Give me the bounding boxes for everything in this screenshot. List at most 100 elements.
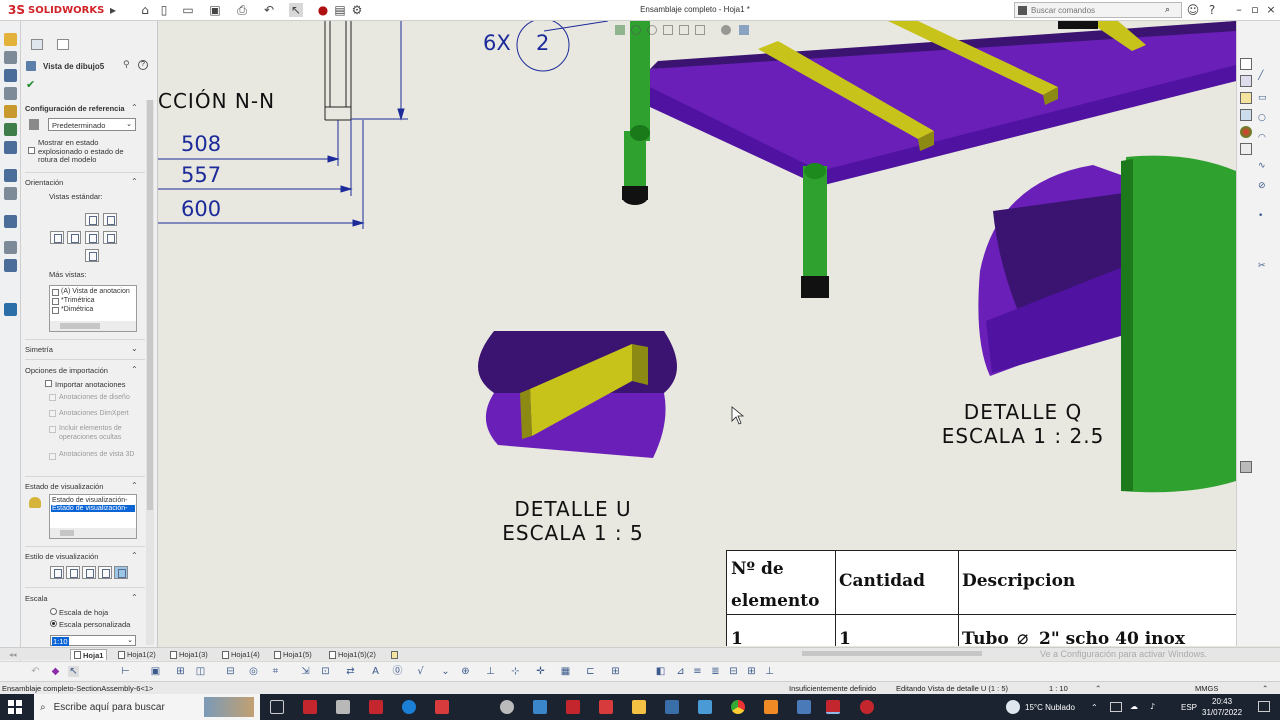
tab-hoja1-5-2[interactable]: Hoja1(5)(2) <box>326 649 379 660</box>
add-sheet-icon[interactable] <box>388 649 401 660</box>
section-view-tool-icon[interactable]: ⊟ <box>225 666 236 677</box>
tab-nav-first-icon[interactable]: ◂◂ <box>6 649 20 660</box>
mail-icon[interactable] <box>533 700 547 714</box>
recorder-icon[interactable] <box>860 700 874 714</box>
more-view-item[interactable]: *Dimétrica <box>61 306 93 313</box>
format-painter-icon[interactable] <box>4 87 17 100</box>
drawing-canvas[interactable]: 6X 2 CCIÓN N-N 508 557 600 DETALLE U ESC… <box>158 21 1236 646</box>
home-icon[interactable]: ⌂ <box>138 3 152 17</box>
more-view-item[interactable]: *Trimétrica <box>61 297 95 304</box>
auto-balloon-icon[interactable] <box>4 141 17 154</box>
network-icon[interactable]: ☁ <box>1130 702 1138 711</box>
display-state-item-selected[interactable]: Estado de visualización- <box>51 505 135 512</box>
spline-tool-icon[interactable]: ∿ <box>1258 161 1270 173</box>
hidden-removed-style-button[interactable] <box>82 566 96 579</box>
collapse-chevron-icon[interactable]: ⌃ <box>131 593 138 602</box>
display-style-icon[interactable] <box>695 25 705 35</box>
spell-check-icon[interactable] <box>4 69 17 82</box>
sheet-scale-radio[interactable] <box>50 608 57 615</box>
more-view-item[interactable]: (A) Vista de anotacion <box>61 288 130 295</box>
chevron-up-icon[interactable]: ⌃ <box>1095 684 1101 693</box>
view-palette-icon[interactable] <box>1240 109 1252 121</box>
clock-date[interactable]: 31/07/2022 <box>1202 708 1242 717</box>
rebuild-icon[interactable]: ● <box>316 3 330 17</box>
block-icon[interactable]: ⊏ <box>585 666 596 677</box>
scroll-thumb[interactable] <box>147 100 153 510</box>
table-tool-icon[interactable]: ⊞ <box>610 666 621 677</box>
auxiliary-view-icon[interactable]: ◫ <box>195 666 206 677</box>
projected-view-icon[interactable]: ⊞ <box>175 666 186 677</box>
clock-time[interactable]: 20:43 <box>1212 697 1232 706</box>
detail-u-label[interactable]: DETALLE U ESCALA 1 : 5 <box>488 497 658 545</box>
battery-icon[interactable] <box>1110 702 1122 712</box>
vlc-icon[interactable] <box>764 700 778 714</box>
broken-out-section-icon[interactable]: ⌗ <box>270 666 281 677</box>
tab-hoja1-4[interactable]: Hoja1(4) <box>219 649 263 660</box>
solidworks-active-icon[interactable] <box>826 700 840 714</box>
shaded-edges-style-button[interactable] <box>98 566 112 579</box>
zoom-area-icon[interactable] <box>631 25 641 35</box>
appearances-icon[interactable] <box>1240 126 1252 138</box>
import-options-header[interactable]: Opciones de importación <box>25 366 108 375</box>
pdf-app-icon[interactable] <box>369 700 383 714</box>
taskbar-search-box[interactable]: ⌕ Escribe aquí para buscar <box>34 694 260 720</box>
volume-icon[interactable]: ♪ <box>1150 702 1155 711</box>
task-view-icon[interactable] <box>270 700 284 714</box>
view-isometric-button[interactable] <box>103 213 117 226</box>
explode-state-checkbox[interactable] <box>28 147 35 154</box>
reference-config-header[interactable]: Configuración de referencia <box>25 104 125 113</box>
chevron-up-icon[interactable]: ⌃ <box>1262 684 1268 693</box>
horizontal-scrollbar[interactable] <box>50 321 136 331</box>
line-tool-icon[interactable]: ╱ <box>1258 71 1270 83</box>
weld-tool-icon[interactable]: ⌄ <box>440 666 451 677</box>
datum-tool-icon[interactable]: ⊥ <box>485 666 496 677</box>
search-commands-box[interactable]: ⌕ <box>1014 2 1182 18</box>
alternate-position-icon[interactable]: ⇄ <box>345 666 356 677</box>
search-commands-input[interactable] <box>1031 5 1161 15</box>
model-items-icon[interactable] <box>4 51 17 64</box>
custom-scale-radio[interactable] <box>50 620 57 627</box>
collapse-chevron-icon[interactable]: ⌃ <box>131 551 138 560</box>
app-2020-icon[interactable] <box>336 700 350 714</box>
hide-show-icon[interactable] <box>721 25 731 35</box>
pm-vertical-scrollbar[interactable] <box>146 100 154 645</box>
solidworks-logo[interactable]: 3S SOLIDWORKS <box>8 2 104 18</box>
undo-disabled-icon[interactable]: ↶ <box>30 666 41 677</box>
tab-hoja1-3[interactable]: Hoja1(3) <box>167 649 211 660</box>
wireframe-style-button[interactable] <box>50 566 64 579</box>
acrobat-icon[interactable] <box>435 700 449 714</box>
break-icon[interactable]: ⇲ <box>300 666 311 677</box>
layer-icon[interactable]: ◧ <box>655 666 666 677</box>
view-right-button[interactable] <box>85 231 99 244</box>
close-button[interactable]: × <box>1264 2 1278 18</box>
collapse-chevron-icon[interactable]: ⌃ <box>131 365 138 374</box>
notifications-icon[interactable] <box>1258 701 1270 712</box>
datum-feature-icon[interactable] <box>4 241 17 254</box>
property-manager-tab-icon[interactable] <box>57 39 69 50</box>
geometric-tolerance-icon[interactable]: ⊕ <box>460 666 471 677</box>
balloon-tool-icon[interactable]: ⓪ <box>392 666 403 677</box>
resources-icon[interactable] <box>1240 58 1252 70</box>
color-display-icon[interactable]: ⊞ <box>746 666 757 677</box>
custom-scale-select[interactable]: 1:10 ⌄ <box>50 635 136 646</box>
hidden-ops-checkbox[interactable] <box>49 426 56 433</box>
ellipse-tool-icon[interactable]: ⊘ <box>1258 181 1270 193</box>
symmetry-header[interactable]: Simetría <box>25 345 53 354</box>
smart-dimension-icon[interactable] <box>4 33 17 46</box>
surface-finish-tool-icon[interactable]: √ <box>415 666 426 677</box>
arc-tool-icon[interactable]: ◠ <box>1258 133 1270 145</box>
tab-hoja1[interactable]: Hoja1 <box>70 649 108 660</box>
more-views-list[interactable]: (A) Vista de anotacion *Trimétrica *Dimé… <box>49 285 137 332</box>
more-view-checkbox[interactable] <box>52 289 59 296</box>
status-scale[interactable]: 1 : 10 <box>1049 684 1068 693</box>
file-explorer-taskbar-icon[interactable] <box>632 700 646 714</box>
collapse-chevron-icon[interactable]: ⌃ <box>131 177 138 186</box>
centerline-icon[interactable]: ⊹ <box>510 666 521 677</box>
import-annotations-checkbox[interactable] <box>45 380 52 387</box>
note-tool-icon[interactable]: A <box>370 666 381 677</box>
dimension-508[interactable]: 508 <box>181 132 221 156</box>
balloon-number[interactable]: 2 <box>536 31 549 55</box>
display-state-list[interactable]: Estado de visualización- Estado de visua… <box>49 494 137 539</box>
weld-symbol-icon[interactable] <box>4 187 17 200</box>
view-orientation-icon[interactable] <box>679 25 689 35</box>
